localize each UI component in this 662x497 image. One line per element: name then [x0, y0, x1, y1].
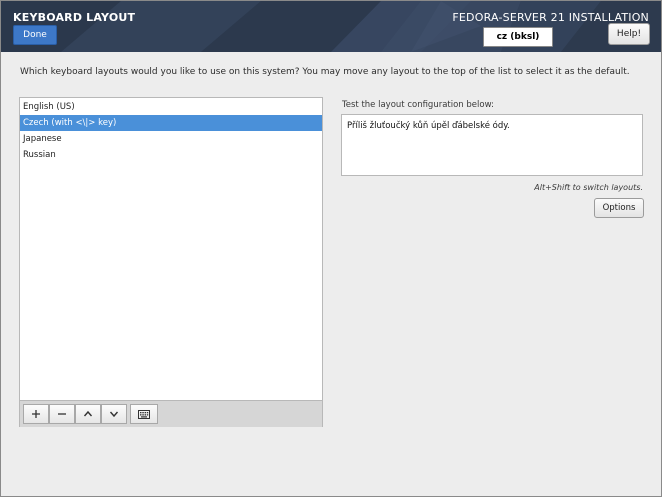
arrow-down-icon: [109, 411, 119, 418]
help-button[interactable]: Help!: [608, 23, 650, 45]
preview-layout-button[interactable]: [130, 404, 158, 424]
layout-list-item[interactable]: Czech (with <\|> key): [20, 115, 322, 131]
switch-layouts-hint: Alt+Shift to switch layouts.: [534, 183, 643, 192]
keyboard-icon: [138, 410, 150, 419]
layout-list-item[interactable]: Russian: [20, 147, 322, 163]
keyboard-layout-indicator[interactable]: cz (bksl): [483, 27, 553, 47]
layout-list: English (US) Czech (with <\|> key) Japan…: [19, 97, 323, 427]
header-bar: KEYBOARD LAYOUT Done FEDORA-SERVER 21 IN…: [1, 1, 661, 52]
test-layout-field[interactable]: Příliš žluťoučký kůň úpěl ďábelské ódy.: [341, 114, 643, 176]
done-button[interactable]: Done: [13, 25, 57, 45]
layout-list-item[interactable]: Japanese: [20, 131, 322, 147]
plus-icon: [32, 410, 40, 418]
test-layout-label: Test the layout configuration below:: [342, 100, 494, 110]
move-down-button[interactable]: [101, 404, 127, 424]
arrow-up-icon: [83, 410, 93, 417]
instructions-text: Which keyboard layouts would you like to…: [20, 67, 630, 77]
options-button[interactable]: Options: [594, 198, 644, 218]
layout-list-item[interactable]: English (US): [20, 99, 322, 115]
app-window: KEYBOARD LAYOUT Done FEDORA-SERVER 21 IN…: [0, 0, 662, 497]
remove-layout-button[interactable]: [49, 404, 75, 424]
layout-list-toolbar: [20, 400, 322, 427]
minus-icon: [58, 413, 66, 415]
add-layout-button[interactable]: [23, 404, 49, 424]
header-background-pattern: [1, 1, 661, 52]
page-title: KEYBOARD LAYOUT: [13, 11, 136, 24]
move-up-button[interactable]: [75, 404, 101, 424]
